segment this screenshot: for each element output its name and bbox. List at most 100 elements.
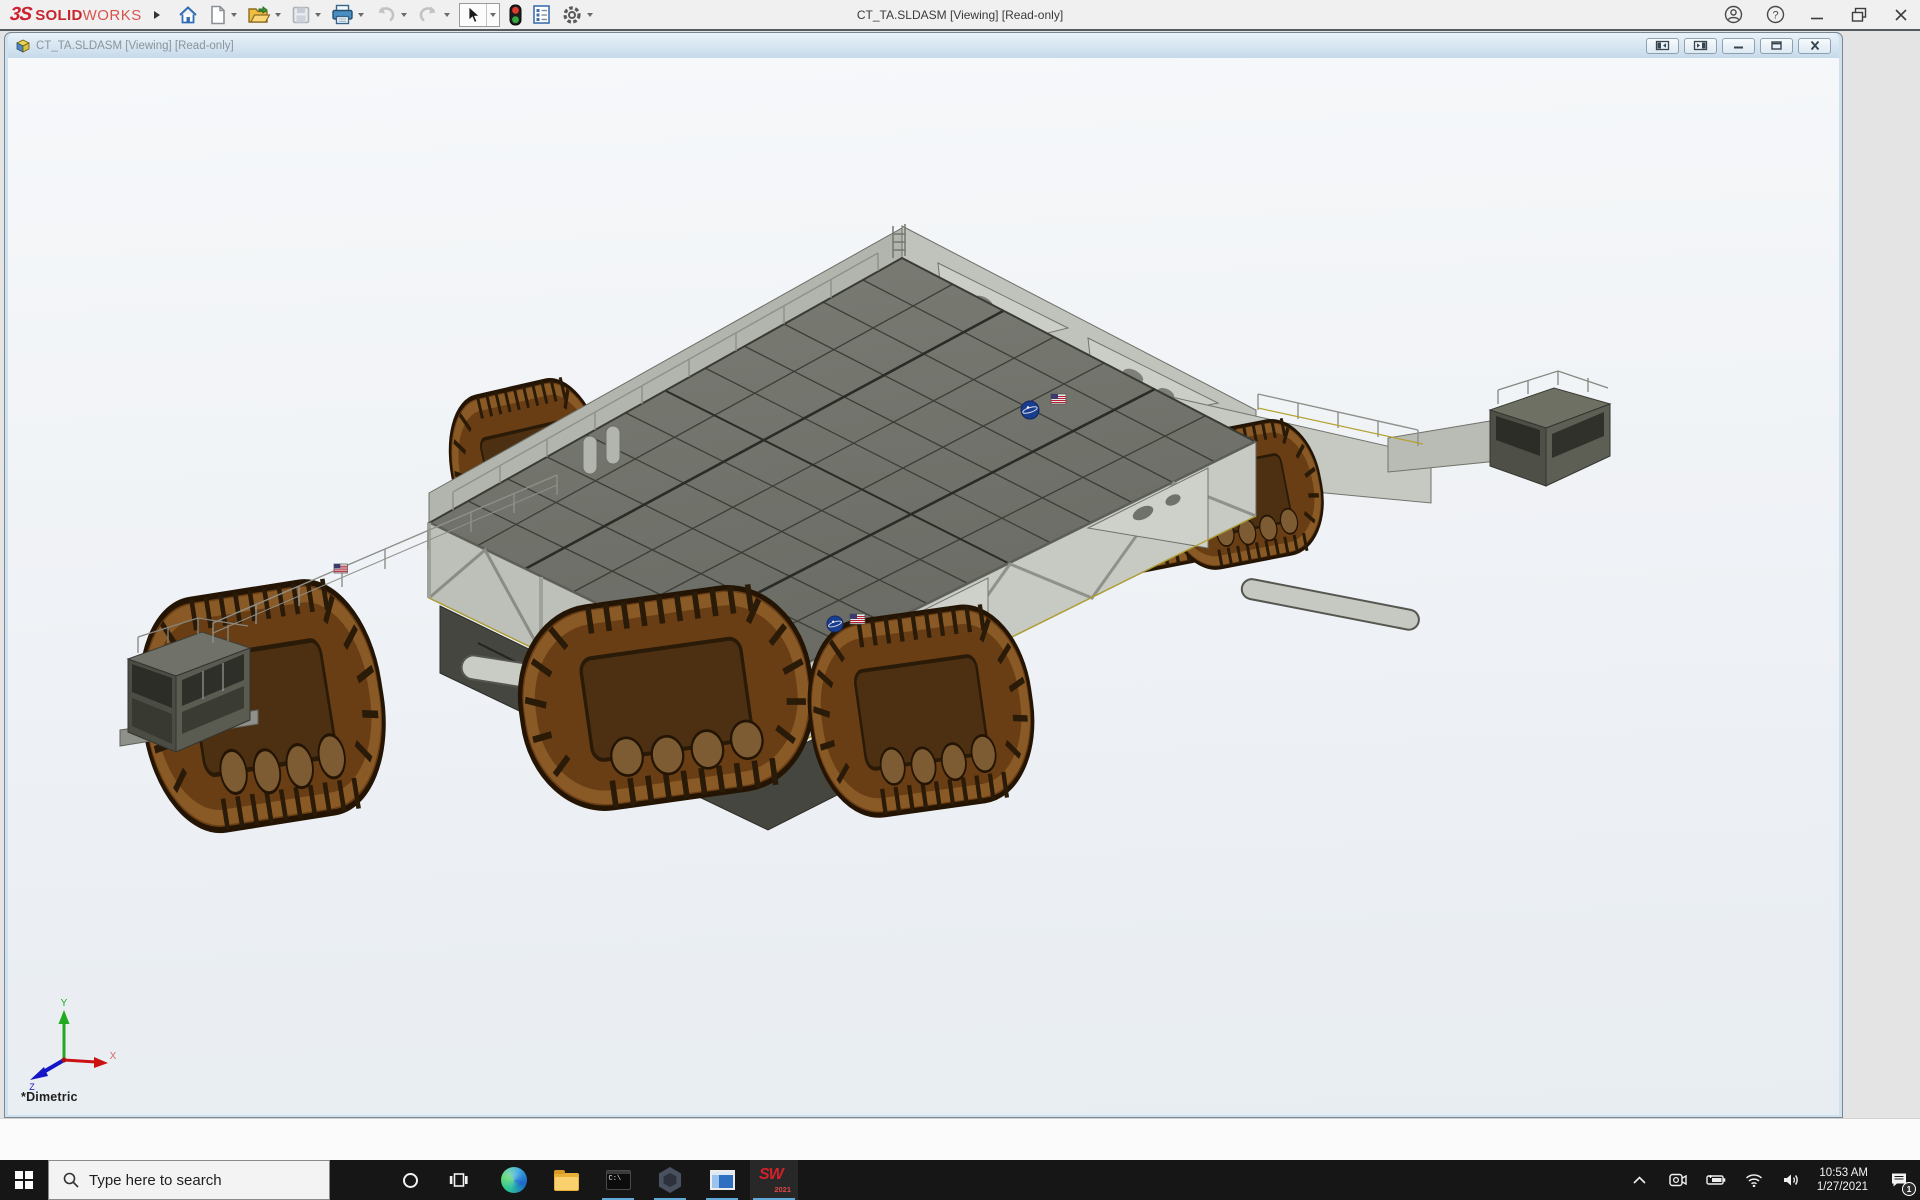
hydraulic-cylinder-2 (1240, 577, 1421, 631)
meet-now-button[interactable] (1659, 1160, 1697, 1200)
minimize-button[interactable] (1806, 4, 1828, 26)
sw-year: 2021 (774, 1185, 791, 1194)
open-caret[interactable] (275, 13, 281, 17)
undo-caret[interactable] (401, 13, 407, 17)
start-button[interactable] (0, 1160, 48, 1200)
doc-restore-button[interactable] (1760, 38, 1793, 54)
app-window-controls: ? (1722, 0, 1912, 29)
command-prompt-icon: C:\ (606, 1170, 631, 1190)
solidworks-logo: 3S SOLID WORKS (10, 4, 142, 26)
meet-now-icon (1669, 1173, 1687, 1187)
dock-left-button[interactable] (1646, 38, 1679, 54)
clock-date: 1/27/2021 (1817, 1180, 1868, 1194)
app-titlebar: 3S SOLID WORKS (0, 0, 1920, 29)
document-window-controls (1646, 38, 1831, 54)
redo-icon (417, 5, 440, 24)
assembly-document-icon (16, 39, 30, 53)
select-cursor-icon[interactable] (460, 4, 486, 26)
undo-icon (374, 5, 397, 24)
home-button[interactable] (174, 2, 202, 28)
solidworks-2021-icon: SW 2021 (757, 1166, 791, 1194)
battery-charging-icon (1706, 1174, 1726, 1186)
help-icon: ? (1766, 5, 1785, 24)
windows-taskbar: C:\ SW 2021 (0, 1160, 1920, 1200)
open-folder-icon (247, 5, 271, 25)
cortana-button[interactable] (386, 1160, 434, 1200)
open-button[interactable] (244, 3, 284, 27)
print-icon (331, 4, 354, 25)
notification-badge: 1 (1902, 1182, 1916, 1196)
battery-button[interactable] (1697, 1160, 1735, 1200)
brand-solid-text: SOLID (35, 7, 82, 24)
triad-y-label: Y (61, 998, 68, 1009)
taskbar-app-edge[interactable] (490, 1160, 538, 1200)
task-view-icon (449, 1172, 468, 1188)
triad-x-label: X (110, 1051, 117, 1062)
save-button[interactable] (288, 3, 324, 27)
home-icon (177, 4, 199, 26)
chevron-up-icon (1633, 1176, 1646, 1184)
document-titlebar[interactable]: CT_TA.SLDASM [Viewing] [Read-only] (8, 33, 1839, 58)
save-icon (291, 5, 311, 25)
rebuild-button[interactable] (506, 2, 525, 28)
rebuild-traffic-light-icon (509, 4, 522, 26)
volume-button[interactable] (1773, 1160, 1811, 1200)
search-input[interactable] (89, 1172, 309, 1189)
search-icon (63, 1172, 79, 1188)
account-button[interactable] (1722, 4, 1744, 26)
file-explorer-icon (554, 1173, 579, 1191)
select-tool[interactable] (459, 3, 500, 27)
file-properties-icon (532, 4, 551, 25)
status-bar (0, 1118, 1920, 1160)
taskbar-app-solidworks[interactable]: SW 2021 (750, 1160, 798, 1200)
redo-caret[interactable] (444, 13, 450, 17)
system-tray: 10:53 AM 1/27/2021 1 (1621, 1160, 1920, 1200)
task-view-button[interactable] (434, 1160, 482, 1200)
close-button[interactable] (1890, 4, 1912, 26)
select-tool-caret[interactable] (486, 4, 499, 26)
app-title: CT_TA.SLDASM [Viewing] [Read-only] (857, 0, 1063, 29)
doc-minimize-button[interactable] (1722, 38, 1755, 54)
taskbar-app-hexagon[interactable] (646, 1160, 694, 1200)
taskbar-search[interactable] (48, 1160, 330, 1200)
rear-operator-cab (1490, 371, 1610, 486)
menu-flyout-arrow-icon[interactable] (154, 11, 160, 19)
options-gear-icon (561, 4, 583, 26)
cortana-icon (403, 1173, 418, 1188)
view-orientation-label: *Dimetric (21, 1090, 78, 1104)
graphics-viewport[interactable]: Y X Z *Dimetric (8, 58, 1839, 1115)
new-document-icon (209, 5, 227, 25)
track-front-right (798, 599, 1044, 823)
tray-chevron-button[interactable] (1621, 1160, 1659, 1200)
options-button[interactable] (558, 2, 596, 28)
new-document-caret[interactable] (231, 13, 237, 17)
undo-button[interactable] (371, 3, 410, 26)
print-button[interactable] (328, 2, 367, 27)
restore-button[interactable] (1848, 4, 1870, 26)
file-properties-button[interactable] (529, 2, 554, 27)
clock-time: 10:53 AM (1819, 1166, 1868, 1180)
minimize-icon (1810, 8, 1824, 22)
doc-close-button[interactable] (1798, 38, 1831, 54)
options-caret[interactable] (587, 13, 593, 17)
dock-right-button[interactable] (1684, 38, 1717, 54)
hexagon-app-icon (658, 1167, 682, 1193)
restore-icon (1851, 7, 1867, 23)
wifi-button[interactable] (1735, 1160, 1773, 1200)
taskbar-clock[interactable]: 10:53 AM 1/27/2021 (1811, 1160, 1878, 1200)
save-caret[interactable] (315, 13, 321, 17)
action-center-button[interactable]: 1 (1878, 1160, 1920, 1200)
print-caret[interactable] (358, 13, 364, 17)
account-icon (1724, 5, 1743, 24)
crawler-transporter-model[interactable] (8, 58, 1839, 1115)
svg-text:?: ? (1772, 9, 1778, 21)
help-button[interactable]: ? (1764, 4, 1786, 26)
taskbar-app-remote-window[interactable] (698, 1160, 746, 1200)
taskbar-app-command-prompt[interactable]: C:\ (594, 1160, 642, 1200)
windows-logo-icon (15, 1171, 33, 1189)
volume-icon (1783, 1173, 1800, 1187)
new-document-button[interactable] (206, 3, 240, 27)
taskbar-app-file-explorer[interactable] (542, 1160, 590, 1200)
edge-icon (501, 1167, 527, 1193)
redo-button[interactable] (414, 3, 453, 26)
